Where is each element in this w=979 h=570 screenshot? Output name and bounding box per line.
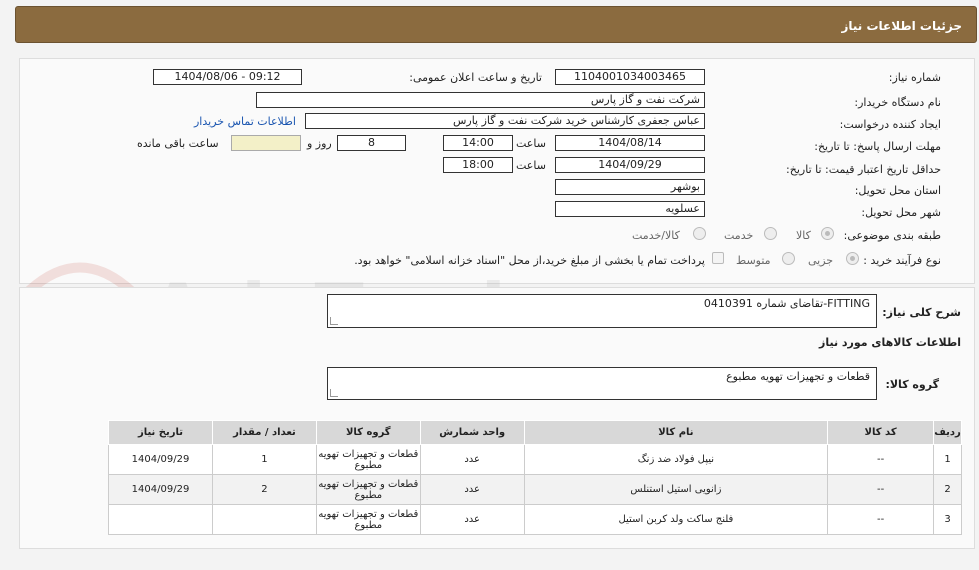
table-cell: قطعات و تجهیزات تهویه مطبوع — [315, 444, 421, 475]
table-cell: 1404/09/29 — [108, 474, 213, 505]
goods-group-text: قطعات و تجهیزات تهویه مطبوع — [726, 370, 870, 383]
table-cell: عدد — [419, 504, 525, 535]
table-cell — [108, 504, 213, 535]
category-radio-goods[interactable] — [821, 227, 834, 240]
table-row: 3 -- فلنج ساکت ولد کربن استیل عدد قطعات … — [108, 504, 962, 535]
table-header-row: ردیف کد کالا نام کالا واحد شمارش گروه کا… — [108, 420, 962, 445]
purchase-option-medium: متوسط — [736, 254, 771, 267]
treasury-note: پرداخت تمام یا بخشی از مبلغ خرید،از محل … — [354, 254, 705, 267]
remaining-days-field: 8 — [337, 135, 406, 151]
table-cell: 3 — [933, 504, 962, 535]
table-header: گروه کالا — [315, 420, 421, 445]
category-option-goods-service: کالا/خدمت — [632, 229, 680, 242]
table-cell: -- — [827, 474, 935, 505]
table-header: واحد شمارش — [419, 420, 525, 445]
goods-group-label: گروه کالا: — [885, 378, 939, 391]
table-cell — [211, 504, 317, 535]
price-validity-time-label: ساعت — [516, 159, 546, 172]
price-validity-time: 18:00 — [443, 157, 513, 173]
table-header: تاریخ نیاز — [108, 420, 213, 445]
table-header: تعداد / مقدار — [211, 420, 317, 445]
requester-field: عباس جعفری کارشناس خرید شرکت نفت و گاز پ… — [305, 113, 705, 129]
table-header: ردیف — [933, 420, 962, 445]
province-label: استان محل تحویل: — [854, 184, 941, 197]
purchase-option-minor: جزیی — [808, 254, 834, 267]
treasury-checkbox[interactable] — [712, 252, 724, 264]
table-header: نام کالا — [523, 420, 829, 445]
table-cell: قطعات و تجهیزات تهویه مطبوع — [315, 504, 421, 535]
response-deadline-label: مهلت ارسال پاسخ: تا تاریخ: — [814, 140, 941, 153]
response-deadline-date: 1404/08/14 — [555, 135, 705, 151]
items-table-wrap: ردیف کد کالا نام کالا واحد شمارش گروه کا… — [108, 420, 962, 535]
goods-group-field: قطعات و تجهیزات تهویه مطبوع — [327, 367, 877, 400]
days-label: روز و — [307, 137, 332, 150]
category-option-goods: کالا — [796, 229, 811, 242]
description-label: شرح کلی نیاز: — [882, 306, 961, 319]
category-radio-goods-service[interactable] — [693, 227, 706, 240]
table-cell: 1 — [211, 444, 317, 475]
response-deadline-time: 14:00 — [443, 135, 513, 151]
page-title: جزئیات اطلاعات نیاز — [841, 19, 962, 33]
announce-datetime-field: 1404/08/06 - 09:12 — [153, 69, 302, 85]
purchase-type-label: نوع فرآیند خرید : — [863, 254, 941, 267]
table-cell: نیپل فولاد ضد زنگ — [523, 444, 829, 475]
buyer-org-field: شرکت نفت و گاز پارس — [256, 92, 705, 108]
page-header: جزئیات اطلاعات نیاز — [15, 6, 977, 43]
city-label: شهر محل تحویل: — [861, 206, 941, 219]
resize-handle-icon[interactable] — [330, 389, 338, 397]
table-cell: -- — [827, 444, 935, 475]
requester-label: ایجاد کننده درخواست: — [839, 118, 941, 131]
category-radio-service[interactable] — [764, 227, 777, 240]
response-time-label: ساعت — [516, 137, 546, 150]
price-validity-date: 1404/09/29 — [555, 157, 705, 173]
table-cell: عدد — [419, 474, 525, 505]
goods-section-title: اطلاعات کالاهای مورد نیاز — [819, 336, 961, 349]
need-number-field: 1104001034003465 — [555, 69, 705, 85]
buyer-contact-link[interactable]: اطلاعات تماس خریدار — [194, 115, 296, 128]
table-cell: زانویی استیل استنلس — [523, 474, 829, 505]
table-cell: عدد — [419, 444, 525, 475]
city-field: عسلویه — [555, 201, 705, 217]
description-text: FITTING-تقاضای شماره 0410391 — [703, 297, 870, 310]
table-cell: قطعات و تجهیزات تهویه مطبوع — [315, 474, 421, 505]
category-label: طبقه بندی موضوعی: — [843, 229, 941, 242]
remaining-hours-label: ساعت باقی مانده — [137, 137, 219, 150]
description-field: FITTING-تقاضای شماره 0410391 — [327, 294, 877, 328]
announce-datetime-label: تاریخ و ساعت اعلان عمومی: — [409, 71, 542, 84]
purchase-radio-minor[interactable] — [846, 252, 859, 265]
resize-handle-icon[interactable] — [330, 317, 338, 325]
table-header: کد کالا — [827, 420, 935, 445]
table-row: 1 -- نیپل فولاد ضد زنگ عدد قطعات و تجهیز… — [108, 444, 962, 475]
table-cell: 2 — [211, 474, 317, 505]
table-cell: فلنج ساکت ولد کربن استیل — [523, 504, 829, 535]
table-cell: -- — [827, 504, 935, 535]
items-table: ردیف کد کالا نام کالا واحد شمارش گروه کا… — [108, 420, 962, 535]
purchase-radio-medium[interactable] — [782, 252, 795, 265]
buyer-org-label: نام دستگاه خریدار: — [854, 96, 941, 109]
table-row: 2 -- زانویی استیل استنلس عدد قطعات و تجه… — [108, 474, 962, 505]
remaining-hours-field — [231, 135, 301, 151]
category-option-service: خدمت — [724, 229, 754, 242]
province-field: بوشهر — [555, 179, 705, 195]
need-number-label: شماره نیاز: — [888, 71, 941, 84]
price-validity-label: حداقل تاریخ اعتبار قیمت: تا تاریخ: — [786, 163, 941, 176]
table-cell: 1404/09/29 — [108, 444, 213, 475]
table-cell: 1 — [933, 444, 962, 475]
table-cell: 2 — [933, 474, 962, 505]
